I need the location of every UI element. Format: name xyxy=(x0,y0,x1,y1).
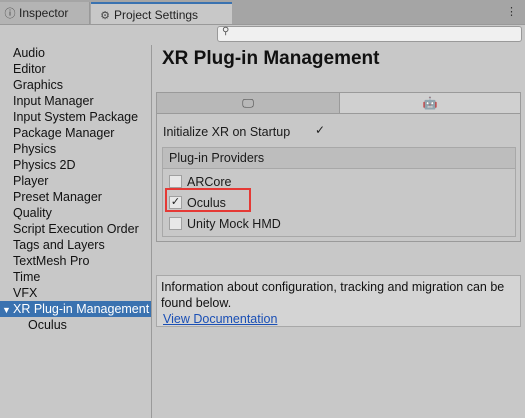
search-icon: ⚲ xyxy=(222,26,230,37)
sidebar-item-physics[interactable]: Physics xyxy=(0,141,151,157)
sidebar-item-script-execution-order[interactable]: Script Execution Order xyxy=(0,221,151,237)
search-input[interactable]: ⚲ xyxy=(217,26,522,42)
sidebar-item-preset-manager[interactable]: Preset Manager xyxy=(0,189,151,205)
sidebar-item-xr-plugin-management[interactable]: ▼ XR Plug-in Management xyxy=(0,301,151,317)
sidebar-item-input-manager[interactable]: Input Manager xyxy=(0,93,151,109)
search-row: ⚲ xyxy=(0,25,525,45)
sidebar-item-quality[interactable]: Quality xyxy=(0,205,151,221)
initialize-xr-label: Initialize XR on Startup xyxy=(163,125,291,139)
settings-sidebar: Audio Editor Graphics Input Manager Inpu… xyxy=(0,45,152,418)
tab-desktop[interactable]: 🖵 xyxy=(157,93,340,113)
sidebar-item-textmesh-pro[interactable]: TextMesh Pro xyxy=(0,253,151,269)
gear-icon: ⚙ xyxy=(100,10,110,22)
sidebar-item-player[interactable]: Player xyxy=(0,173,151,189)
sidebar-item-graphics[interactable]: Graphics xyxy=(0,77,151,93)
platform-tabs: 🖵 🤖 xyxy=(157,93,520,114)
arcore-checkbox[interactable] xyxy=(169,175,182,188)
sidebar-item-package-manager[interactable]: Package Manager xyxy=(0,125,151,141)
sidebar-item-oculus[interactable]: Oculus xyxy=(0,317,151,333)
desktop-icon: 🖵 xyxy=(242,96,254,110)
info-icon: ⓘ xyxy=(4,8,16,20)
android-icon: 🤖 xyxy=(422,96,438,110)
initialize-xr-checkbox[interactable]: ✓ xyxy=(314,124,326,136)
plugin-providers-header: Plug-in Providers xyxy=(163,148,515,169)
provider-label: ARCore xyxy=(187,175,232,189)
tab-project-settings-label: Project Settings xyxy=(114,8,199,22)
tab-inspector[interactable]: ⓘ Inspector xyxy=(0,2,90,24)
sidebar-item-tags-and-layers[interactable]: Tags and Layers xyxy=(0,237,151,253)
expand-triangle-icon[interactable]: ▼ xyxy=(0,302,13,318)
sidebar-item-audio[interactable]: Audio xyxy=(0,45,151,61)
unity-mock-hmd-checkbox[interactable] xyxy=(169,217,182,230)
info-box: Information about configuration, trackin… xyxy=(156,275,521,327)
editor-tab-bar: ⓘ Inspector ⚙ Project Settings ⋮ xyxy=(0,0,525,25)
xr-settings-panel: 🖵 🤖 Initialize XR on Startup ✓ Plug-in P… xyxy=(156,92,521,242)
sidebar-item-time[interactable]: Time xyxy=(0,269,151,285)
tab-project-settings[interactable]: ⚙ Project Settings xyxy=(91,2,232,24)
sidebar-item-input-system-package[interactable]: Input System Package xyxy=(0,109,151,125)
provider-label: Unity Mock HMD xyxy=(187,217,281,231)
tab-android[interactable]: 🤖 xyxy=(340,93,520,113)
sidebar-item-label: XR Plug-in Management xyxy=(13,302,150,316)
sidebar-item-vfx[interactable]: VFX xyxy=(0,285,151,301)
provider-label: Oculus xyxy=(187,196,226,210)
sidebar-item-physics-2d[interactable]: Physics 2D xyxy=(0,157,151,173)
plugin-providers-group: Plug-in Providers ARCore ✓ Oculus Unity … xyxy=(162,147,516,237)
kebab-menu-icon[interactable]: ⋮ xyxy=(506,5,517,18)
tab-inspector-label: Inspector xyxy=(19,6,69,20)
page-title: XR Plug-in Management xyxy=(162,48,380,69)
view-documentation-link[interactable]: View Documentation xyxy=(163,311,277,327)
oculus-checkbox[interactable]: ✓ xyxy=(169,196,182,209)
sidebar-item-editor[interactable]: Editor xyxy=(0,61,151,77)
info-text: Information about configuration, trackin… xyxy=(161,280,505,310)
